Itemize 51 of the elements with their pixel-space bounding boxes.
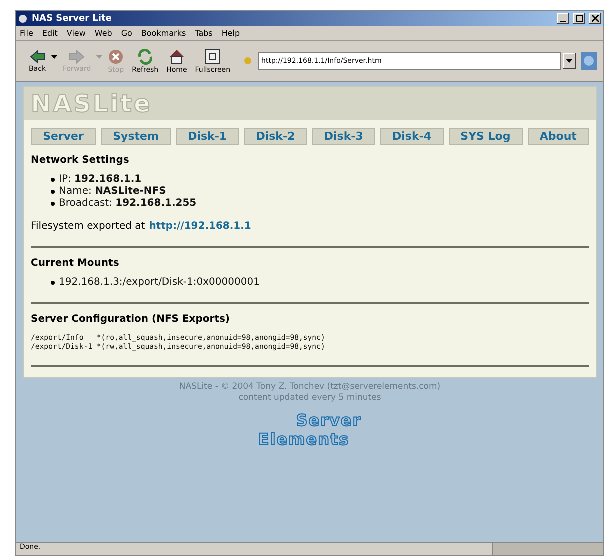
app-icon: [18, 14, 28, 24]
go-icon: [242, 57, 252, 65]
menu-item[interactable]: Web: [94, 28, 112, 38]
bullet-icon: [51, 280, 55, 284]
nav-button[interactable]: Disk-1: [176, 128, 240, 145]
menu-item[interactable]: Go: [121, 28, 132, 38]
nav-button[interactable]: Server: [31, 128, 96, 145]
footer-text: NASLite - © 2004 Tony Z. Tonchev (tzt@serverelements.com): [179, 382, 441, 392]
bullet-icon: [51, 178, 55, 182]
menu-item[interactable]: Tabs: [195, 28, 213, 38]
list-item: Name: NASLite-NFS: [59, 186, 166, 197]
throbber-icon: [581, 52, 597, 70]
forward-arrow-icon: [69, 50, 86, 64]
maximize-button[interactable]: [573, 13, 585, 24]
address-dropdown-button[interactable]: [563, 53, 576, 69]
close-icon: [592, 15, 598, 22]
nav-button[interactable]: SYS Log: [448, 128, 523, 145]
list-item: 192.168.1.3:/export/Disk-1:0x00000001: [59, 277, 260, 288]
menu-item[interactable]: View: [66, 28, 86, 38]
bullet-icon: [51, 202, 55, 206]
close-button[interactable]: [589, 13, 601, 24]
home-icon: [168, 48, 185, 64]
nav-button[interactable]: Disk-2: [244, 128, 308, 145]
section-heading: Current Mounts: [31, 258, 120, 269]
menu-item[interactable]: Edit: [42, 28, 58, 38]
section-heading: Network Settings: [31, 155, 130, 166]
refresh-icon: [136, 48, 154, 64]
export-text: Filesystem exported at: [31, 221, 146, 232]
export-link[interactable]: http://192.168.1.1: [149, 221, 252, 232]
stop-icon: [108, 48, 124, 64]
nav-button[interactable]: Disk-3: [312, 128, 376, 145]
section-heading: Server Configuration (NFS Exports): [31, 314, 232, 325]
bullet-icon: [51, 190, 55, 194]
nav-button[interactable]: About: [528, 128, 590, 145]
footer-text: content updated every 5 minutes: [238, 393, 382, 403]
nav-button[interactable]: Disk-4: [380, 128, 444, 145]
window-title: NAS Server Lite: [32, 14, 113, 24]
list-item: Broadcast: 192.168.1.255: [59, 198, 197, 209]
caret-icon: [566, 59, 573, 63]
minimize-button[interactable]: [557, 13, 569, 24]
menu-item[interactable]: Bookmarks: [141, 28, 186, 38]
menu-item[interactable]: File: [20, 28, 34, 38]
back-arrow-icon: [30, 50, 46, 64]
list-item: IP: 192.168.1.1: [59, 174, 142, 185]
nav-button[interactable]: System: [101, 128, 172, 145]
vendor-logo-text: Server: [296, 411, 362, 430]
fullscreen-icon: [204, 48, 221, 64]
menu-item[interactable]: Help: [222, 28, 240, 38]
dropdown-arrow-icon[interactable]: [51, 55, 58, 59]
vendor-logo-text: Elements: [258, 430, 350, 449]
maximize-icon: [576, 15, 582, 22]
